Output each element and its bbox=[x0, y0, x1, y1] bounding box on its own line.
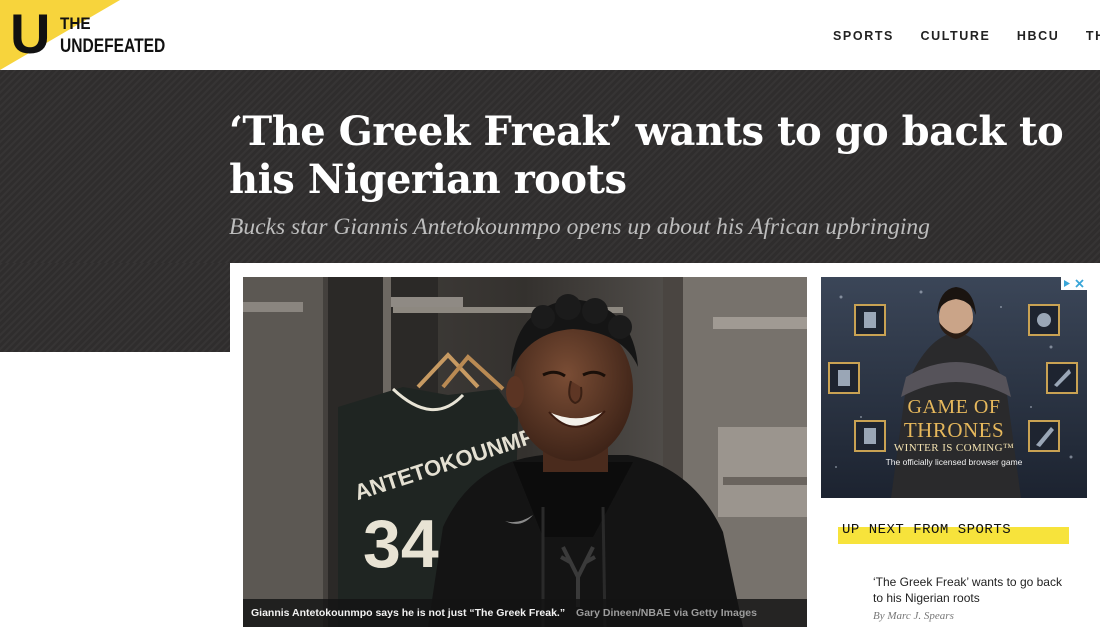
caption-text: Giannis Antetokounmpo says he is not jus… bbox=[251, 607, 566, 619]
advertisement-banner[interactable]: GAME OF THRONES WINTER IS COMING™ The of… bbox=[821, 277, 1087, 498]
logo-word-undefeated: UNDEFEATED bbox=[60, 36, 166, 57]
nav-item-culture[interactable]: CULTURE bbox=[920, 29, 990, 43]
caption-credit: Gary Dineen/NBAE via Getty Images bbox=[576, 607, 757, 619]
ad-title-line1: GAME OF bbox=[907, 396, 1001, 418]
up-next-label: UP NEXT FROM SPORTS bbox=[842, 522, 1012, 538]
photo-caption: Giannis Antetokounmpo says he is not jus… bbox=[243, 599, 807, 627]
nav-item-sports[interactable]: SPORTS bbox=[833, 29, 894, 43]
ad-subtitle: The officially licensed browser game bbox=[885, 457, 1023, 467]
adchoices-glyph bbox=[1064, 279, 1084, 288]
up-next-byline: By Marc J. Spears bbox=[873, 610, 954, 622]
site-logo[interactable]: U THE UNDEFEATED bbox=[0, 0, 170, 70]
nav-item-hbcu[interactable]: HBCU bbox=[1017, 29, 1060, 43]
hero-band-extension bbox=[0, 263, 230, 352]
ad-title-line2: THRONES bbox=[903, 418, 1005, 442]
article-headline: ‘The Greek Freak’ wants to go back to hi… bbox=[229, 108, 1064, 203]
site-header: U THE UNDEFEATED SPORTS CULTURE HBCU THE… bbox=[0, 0, 1100, 70]
adchoices-icon[interactable] bbox=[1061, 277, 1087, 290]
up-next-story-link[interactable]: ‘The Greek Freak’ wants to go back to hi… bbox=[873, 574, 1063, 606]
article-subhead: Bucks star Giannis Antetokounmpo opens u… bbox=[229, 214, 930, 240]
main-nav: SPORTS CULTURE HBCU THE U bbox=[833, 27, 1100, 45]
logo-word-the: THE bbox=[60, 14, 91, 33]
jersey-number-text: 34 bbox=[363, 506, 439, 582]
ad-tagline: WINTER IS COMING™ bbox=[893, 442, 1015, 454]
article-hero-photo: ANTETOKOUNMPO 34 Giannis Antetokounmpo s… bbox=[243, 277, 807, 627]
logo-u-mark: U bbox=[10, 2, 51, 65]
nav-item-the-uproxx[interactable]: THE U bbox=[1086, 29, 1100, 43]
hero-photo-illustration: ANTETOKOUNMPO 34 bbox=[243, 277, 807, 627]
